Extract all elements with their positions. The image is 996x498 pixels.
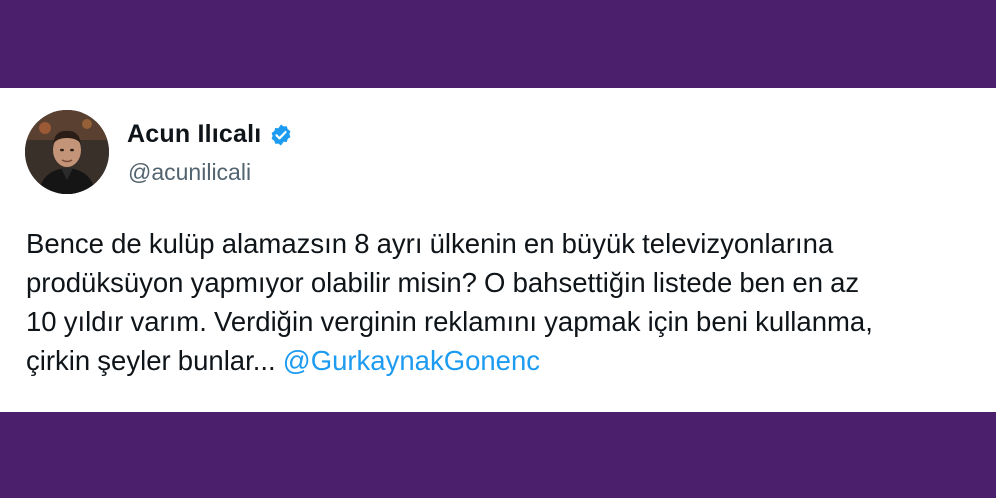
profile-photo-icon xyxy=(25,110,109,194)
author-display-name[interactable]: Acun Ilıcalı xyxy=(127,120,261,149)
bottom-purple-band xyxy=(0,412,996,498)
author-name-row: Acun Ilıcalı xyxy=(127,120,293,149)
tweet-body: Bence de kulüp alamazsın 8 ayrı ülkenin … xyxy=(26,224,986,380)
verified-badge-icon xyxy=(269,123,293,147)
top-purple-band xyxy=(0,0,996,88)
mention-link[interactable]: @GurkaynakGonenc xyxy=(283,345,540,376)
tweet-card: Acun Ilıcalı @acunilicali Bence de kulüp… xyxy=(0,88,996,412)
author-handle[interactable]: @acunilicali xyxy=(128,159,251,186)
avatar[interactable] xyxy=(25,110,109,194)
